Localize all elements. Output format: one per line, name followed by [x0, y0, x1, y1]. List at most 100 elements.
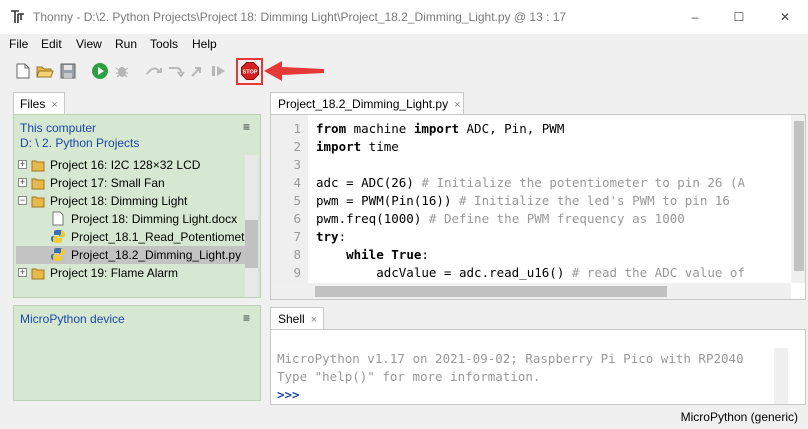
- line-number: 2: [293, 139, 301, 154]
- save-icon[interactable]: [58, 61, 78, 81]
- document-icon: [52, 211, 64, 226]
- interpreter-status[interactable]: MicroPython (generic): [681, 410, 798, 424]
- files-location-path[interactable]: D: \ 2. Python Projects: [20, 136, 139, 150]
- code-keyword: import: [316, 139, 362, 154]
- micropython-device-title[interactable]: MicroPython device: [20, 312, 125, 326]
- collapse-icon[interactable]: −: [18, 196, 27, 205]
- code-keyword: True: [391, 247, 422, 262]
- resume-icon[interactable]: [209, 61, 229, 81]
- expand-icon[interactable]: +: [18, 178, 27, 187]
- debug-icon[interactable]: [112, 61, 132, 81]
- tree-item-label: Project_18.2_Dimming_Light.py: [71, 248, 242, 262]
- code-token: :: [338, 229, 347, 244]
- tree-item-project-19[interactable]: + Project 19: Flame Alarm: [16, 264, 248, 282]
- code-line[interactable]: while True:: [316, 247, 429, 262]
- files-tab-close-icon[interactable]: ×: [51, 99, 57, 111]
- code-token: :: [421, 247, 429, 262]
- micropython-menu-icon[interactable]: ≡: [243, 311, 250, 325]
- expand-icon[interactable]: +: [18, 268, 27, 277]
- tree-item-project-18[interactable]: − Project 18: Dimming Light: [16, 192, 248, 210]
- code-line[interactable]: pwm = PWM(Pin(16)) # Initialize the led'…: [316, 193, 730, 208]
- line-number: 4: [293, 175, 301, 190]
- editor-horizontal-scrollbar[interactable]: [271, 283, 791, 299]
- shell-scrollbar[interactable]: [774, 348, 788, 404]
- editor-tab-close-icon[interactable]: ×: [454, 99, 460, 111]
- editor-horizontal-thumb[interactable]: [315, 286, 667, 297]
- tree-item-py-18-1[interactable]: Project_18.1_Read_Potentiometer: [16, 228, 255, 246]
- tab-files[interactable]: Files ×: [13, 92, 65, 114]
- close-button[interactable]: ✕: [762, 0, 808, 34]
- title-bar: Thonny - D:\2. Python Projects\Project 1…: [0, 0, 808, 34]
- step-over-icon[interactable]: [144, 61, 164, 81]
- menu-edit[interactable]: Edit: [41, 37, 62, 51]
- code-keyword: from: [316, 121, 347, 136]
- tree-item-project-16[interactable]: + Project 16: I2C 128×32 LCD: [16, 156, 248, 174]
- line-number-gutter: 1 2 3 4 5 6 7 8 9: [271, 115, 308, 283]
- menu-view[interactable]: View: [76, 37, 102, 51]
- window-title: Thonny - D:\2. Python Projects\Project 1…: [33, 10, 567, 24]
- python-file-icon: [51, 248, 65, 261]
- run-icon[interactable]: [90, 61, 110, 81]
- files-menu-icon[interactable]: ≡: [243, 120, 250, 134]
- menu-help[interactable]: Help: [192, 37, 217, 51]
- line-number: 9: [293, 265, 301, 280]
- code-keyword: import: [413, 121, 459, 136]
- code-comment: # Initialize the potentiometer to pin 26…: [421, 175, 745, 190]
- step-out-icon[interactable]: [188, 61, 208, 81]
- line-number: 7: [293, 229, 301, 244]
- stop-highlight-box: [236, 58, 263, 85]
- menu-bar: File Edit View Run Tools Help: [0, 34, 808, 54]
- code-line[interactable]: adcValue = adc.read_u16() # read the ADC…: [316, 265, 745, 280]
- tab-shell[interactable]: Shell ×: [270, 307, 324, 329]
- shell-prompt[interactable]: >>>: [277, 387, 300, 402]
- code-comment: # read the ADC value of: [571, 265, 745, 280]
- editor-vertical-scrollbar[interactable]: [791, 115, 805, 283]
- step-into-icon[interactable]: [166, 61, 186, 81]
- code-comment: # Define the PWM frequency as 1000: [428, 211, 685, 226]
- files-scrollbar[interactable]: [245, 155, 258, 297]
- code-keyword: while: [346, 247, 384, 262]
- minimize-button[interactable]: –: [672, 0, 718, 34]
- tree-item-py-18-2[interactable]: Project_18.2_Dimming_Light.py: [16, 246, 248, 264]
- code-token: adcValue = adc.read_u16(): [316, 265, 572, 280]
- tree-item-project-17[interactable]: + Project 17: Small Fan: [16, 174, 248, 192]
- code-editor[interactable]: 1 2 3 4 5 6 7 8 9 from machine import ADC, Pin, …: [270, 114, 806, 300]
- tree-item-label: Project 18: Dimming Light.docx: [71, 212, 238, 226]
- code-line[interactable]: import time: [316, 139, 399, 154]
- tree-item-label: Project 16: I2C 128×32 LCD: [50, 158, 201, 172]
- toolbar: STOP: [0, 55, 808, 87]
- files-location-title[interactable]: This computer: [20, 121, 96, 135]
- menu-file[interactable]: File: [9, 37, 28, 51]
- code-token: adc = ADC(: [316, 175, 392, 190]
- line-number: 5: [293, 193, 301, 208]
- folder-icon: [31, 160, 45, 172]
- shell-tab-label: Shell: [278, 312, 305, 326]
- files-scrollbar-thumb[interactable]: [245, 220, 258, 268]
- tab-editor-file[interactable]: Project_18.2_Dimming_Light.py ×: [270, 92, 464, 114]
- code-token: ADC, Pin, PWM: [459, 121, 565, 136]
- tree-item-docx[interactable]: Project 18: Dimming Light.docx: [16, 210, 248, 228]
- new-file-icon[interactable]: [13, 61, 33, 81]
- thonny-logo-icon: [11, 10, 24, 23]
- code-token: time: [361, 139, 399, 154]
- code-line[interactable]: try:: [316, 229, 346, 244]
- code-line[interactable]: adc = ADC(26) # Initialize the potentiom…: [316, 175, 745, 190]
- tree-item-label: Project 17: Small Fan: [50, 176, 165, 190]
- menu-run[interactable]: Run: [115, 37, 137, 51]
- code-token: pwm.freq(: [316, 211, 384, 226]
- code-line[interactable]: from machine import ADC, Pin, PWM: [316, 121, 564, 136]
- open-folder-icon[interactable]: [35, 61, 55, 81]
- code-line[interactable]: pwm.freq(1000) # Define the PWM frequenc…: [316, 211, 685, 226]
- editor-vertical-thumb[interactable]: [794, 121, 804, 271]
- editor-tab-label: Project_18.2_Dimming_Light.py: [278, 97, 449, 111]
- expand-icon[interactable]: +: [18, 160, 27, 169]
- menu-tools[interactable]: Tools: [150, 37, 178, 51]
- shell-tab-close-icon[interactable]: ×: [311, 314, 317, 326]
- tree-item-label: Project 18: Dimming Light: [50, 194, 188, 208]
- code-token: ): [413, 211, 429, 226]
- line-number: 3: [293, 157, 301, 172]
- files-panel: This computer D: \ 2. Python Projects ≡ …: [13, 114, 261, 298]
- shell-console[interactable]: MicroPython v1.17 on 2021-09-02; Raspber…: [270, 329, 806, 405]
- maximize-button[interactable]: ☐: [716, 0, 762, 34]
